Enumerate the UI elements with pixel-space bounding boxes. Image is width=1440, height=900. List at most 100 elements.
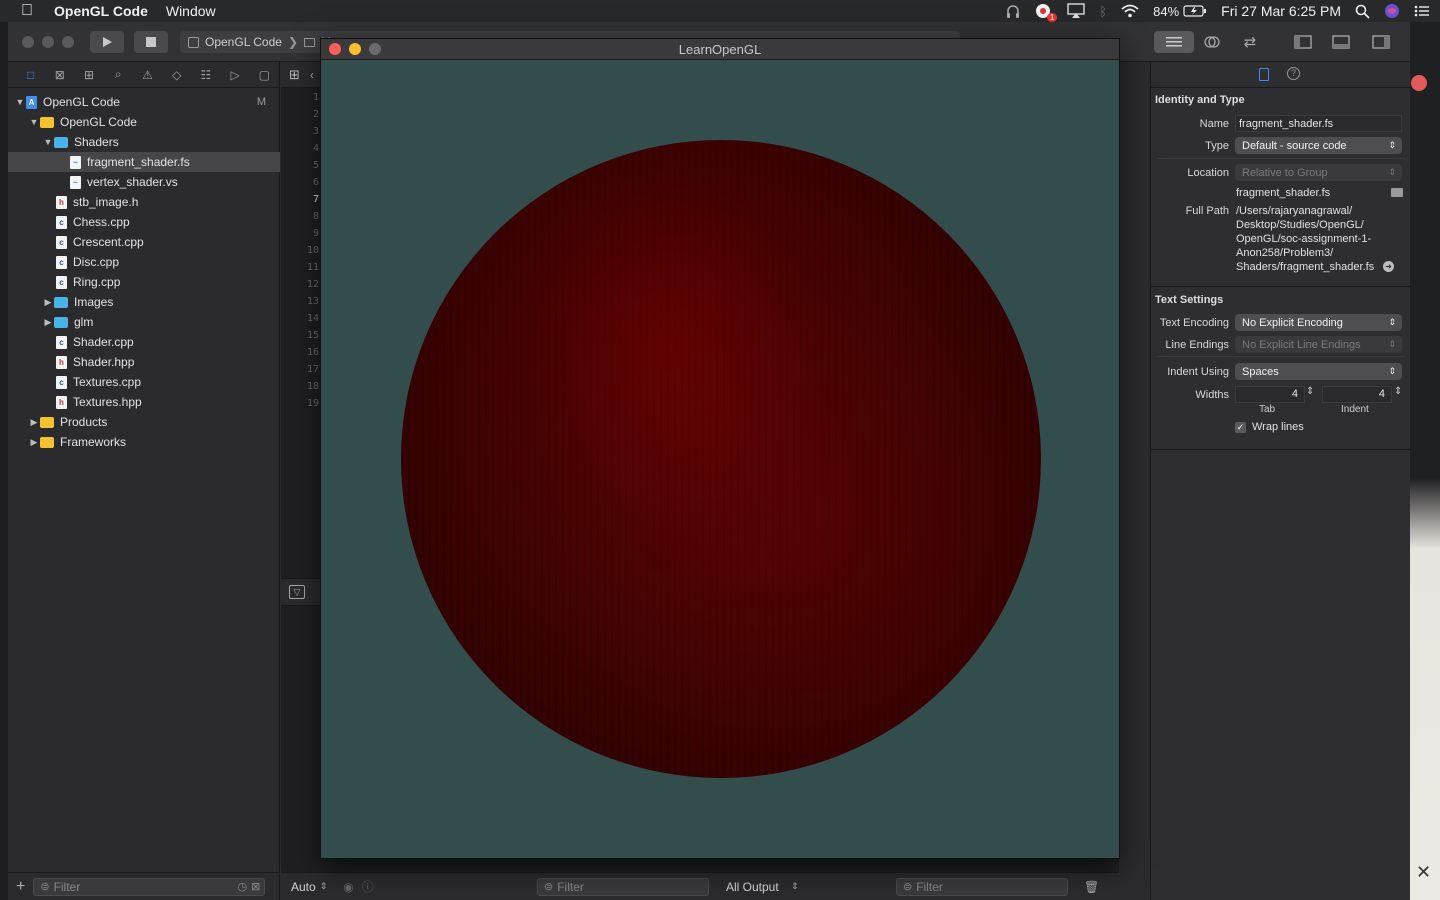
warning-icon[interactable]: ⚠ xyxy=(133,68,162,82)
disclosure-closed-icon[interactable]: ▶ xyxy=(42,317,54,328)
scm-filter-icon[interactable]: ⊠ xyxy=(251,880,260,893)
disclosure-closed-icon[interactable]: ▶ xyxy=(28,437,40,448)
line-number[interactable]: 18 xyxy=(301,381,319,392)
line-number[interactable]: 7 xyxy=(301,194,319,205)
tree-row-vertex-shader[interactable]: ~ vertex_shader.vs xyxy=(8,172,280,192)
close-button[interactable] xyxy=(22,36,34,48)
line-number[interactable]: 5 xyxy=(301,160,319,171)
line-number[interactable]: 14 xyxy=(301,313,319,324)
tree-row-chess[interactable]: c Chess.cpp xyxy=(8,212,280,232)
battery-icon[interactable] xyxy=(1183,0,1207,22)
learnopengl-titlebar[interactable]: LearnOpenGL xyxy=(321,39,1119,60)
bluetooth-icon[interactable]: ᛒ xyxy=(1099,0,1107,22)
console-filter-input[interactable]: ⊜ Filter xyxy=(896,877,1068,896)
tree-row-disc[interactable]: c Disc.cpp xyxy=(8,252,280,272)
related-items-icon[interactable]: ⊞ xyxy=(289,67,300,83)
spotlight-search-icon[interactable] xyxy=(1355,0,1370,22)
tree-row-stb-image[interactable]: h stb_image.h xyxy=(8,192,280,212)
tree-row-shaders[interactable]: ▼ Shaders xyxy=(8,132,280,152)
line-number[interactable]: 19 xyxy=(301,398,319,409)
airplay-icon[interactable] xyxy=(1067,0,1086,22)
disclosure-open-icon[interactable]: ▼ xyxy=(14,97,26,107)
variables-scope-popup[interactable]: Auto xyxy=(291,880,316,894)
tab-width-field[interactable]: 4 xyxy=(1235,386,1305,403)
indent-stepper-icon[interactable]: ⇕ xyxy=(1394,386,1402,397)
wifi-icon[interactable] xyxy=(1121,0,1139,22)
trash-icon[interactable]: 🗑 xyxy=(1084,880,1099,894)
indent-width-field[interactable]: 4 xyxy=(1322,386,1392,403)
disclosure-open-icon[interactable]: ▼ xyxy=(42,137,54,147)
breakpoint-icon[interactable]: ▷ xyxy=(221,68,250,82)
add-icon[interactable]: + xyxy=(16,878,25,896)
close-icon[interactable]: ✕ xyxy=(1416,862,1431,883)
tab-stepper-icon[interactable]: ⇕ xyxy=(1306,386,1314,397)
tree-row-images[interactable]: ▶ Images xyxy=(8,292,280,312)
line-number[interactable]: 12 xyxy=(301,279,319,290)
back-arrow-icon[interactable]: ‹ xyxy=(310,68,314,82)
line-number[interactable]: 2 xyxy=(301,109,319,120)
debug-icon[interactable]: ☷ xyxy=(191,68,220,82)
tree-row-glm[interactable]: ▶ glm xyxy=(8,312,280,332)
notification-center-icon[interactable] xyxy=(1414,0,1430,22)
name-field[interactable]: fragment_shader.fs xyxy=(1235,115,1402,132)
quick-help-icon[interactable]: ? xyxy=(1287,67,1300,80)
line-number[interactable]: 16 xyxy=(301,347,319,358)
disclosure-closed-icon[interactable]: ▶ xyxy=(42,297,54,308)
tree-row-fragment-shader[interactable]: ~ fragment_shader.fs xyxy=(8,152,280,172)
tree-row-crescent[interactable]: c Crescent.cpp xyxy=(8,232,280,252)
zoom-button[interactable] xyxy=(369,43,381,55)
toggle-navigator-button[interactable] xyxy=(1288,31,1318,53)
line-number[interactable]: 11 xyxy=(301,262,319,273)
zoom-button[interactable] xyxy=(62,36,74,48)
version-editor-button[interactable]: ⇄ xyxy=(1234,31,1266,53)
toggle-debug-area-button[interactable] xyxy=(1326,31,1356,53)
reveal-in-finder-icon[interactable]: ➜ xyxy=(1383,261,1394,272)
tree-row-group-main[interactable]: ▼ OpenGL Code xyxy=(8,112,280,132)
tree-row-ring[interactable]: c Ring.cpp xyxy=(8,272,280,292)
headphones-icon[interactable] xyxy=(1005,0,1021,22)
siri-icon[interactable] xyxy=(1384,0,1400,22)
tree-row-shader-hpp[interactable]: h Shader.hpp xyxy=(8,352,280,372)
console-output-popup[interactable]: All Output xyxy=(726,880,779,894)
assistant-editor-button[interactable] xyxy=(1196,31,1228,53)
standard-editor-button[interactable] xyxy=(1154,31,1194,53)
info-icon[interactable]: ⓘ xyxy=(362,878,374,895)
folder-icon[interactable]: □ xyxy=(16,68,45,82)
navigator-filter-input[interactable]: ⊜ Filter ◷ ⊠ xyxy=(33,877,266,896)
toggle-inspector-button[interactable] xyxy=(1366,31,1396,53)
menu-window[interactable]: Window xyxy=(166,3,216,19)
minimize-button[interactable] xyxy=(349,43,361,55)
variables-filter-input[interactable]: ⊜ Filter xyxy=(537,877,709,896)
tree-row-shader-cpp[interactable]: c Shader.cpp xyxy=(8,332,280,352)
minimize-button[interactable] xyxy=(42,36,54,48)
close-button[interactable] xyxy=(329,43,341,55)
tree-row-textures-cpp[interactable]: c Textures.cpp xyxy=(8,372,280,392)
line-number[interactable]: 10 xyxy=(301,245,319,256)
battery-percent[interactable]: 84% xyxy=(1153,0,1179,22)
disclosure-open-icon[interactable]: ▼ xyxy=(28,117,40,127)
test-icon[interactable]: ◇ xyxy=(162,68,191,82)
apple-menu-icon[interactable]:  xyxy=(0,2,54,20)
run-button[interactable] xyxy=(90,31,124,53)
report-icon[interactable]: ▢ xyxy=(250,68,279,82)
menu-app-name[interactable]: OpenGL Code xyxy=(54,3,148,19)
line-endings-popup[interactable]: No Explicit Line Endings ⇕ xyxy=(1235,336,1402,353)
location-popup[interactable]: Relative to Group ⇕ xyxy=(1235,164,1402,181)
disclosure-closed-icon[interactable]: ▶ xyxy=(28,417,40,428)
line-number[interactable]: 3 xyxy=(301,126,319,137)
line-number[interactable]: 15 xyxy=(301,330,319,341)
tree-row-products[interactable]: ▶ Products xyxy=(8,412,280,432)
line-number[interactable]: 13 xyxy=(301,296,319,307)
source-control-icon[interactable]: ⊠ xyxy=(45,68,74,82)
recent-files-icon[interactable]: ◷ xyxy=(238,880,248,893)
line-number[interactable]: 17 xyxy=(301,364,319,375)
stop-button[interactable] xyxy=(134,31,168,53)
tree-row-project[interactable]: ▼ A OpenGL Code M xyxy=(8,92,280,112)
eye-icon[interactable]: ◉ xyxy=(343,880,353,894)
line-number[interactable]: 9 xyxy=(301,228,319,239)
app-status-icon[interactable]: 1 xyxy=(1035,0,1058,22)
tree-row-frameworks[interactable]: ▶ Frameworks xyxy=(8,432,280,452)
wrap-lines-checkbox[interactable]: ✓ xyxy=(1235,422,1246,433)
line-number[interactable]: 6 xyxy=(301,177,319,188)
line-number[interactable]: 4 xyxy=(301,143,319,154)
